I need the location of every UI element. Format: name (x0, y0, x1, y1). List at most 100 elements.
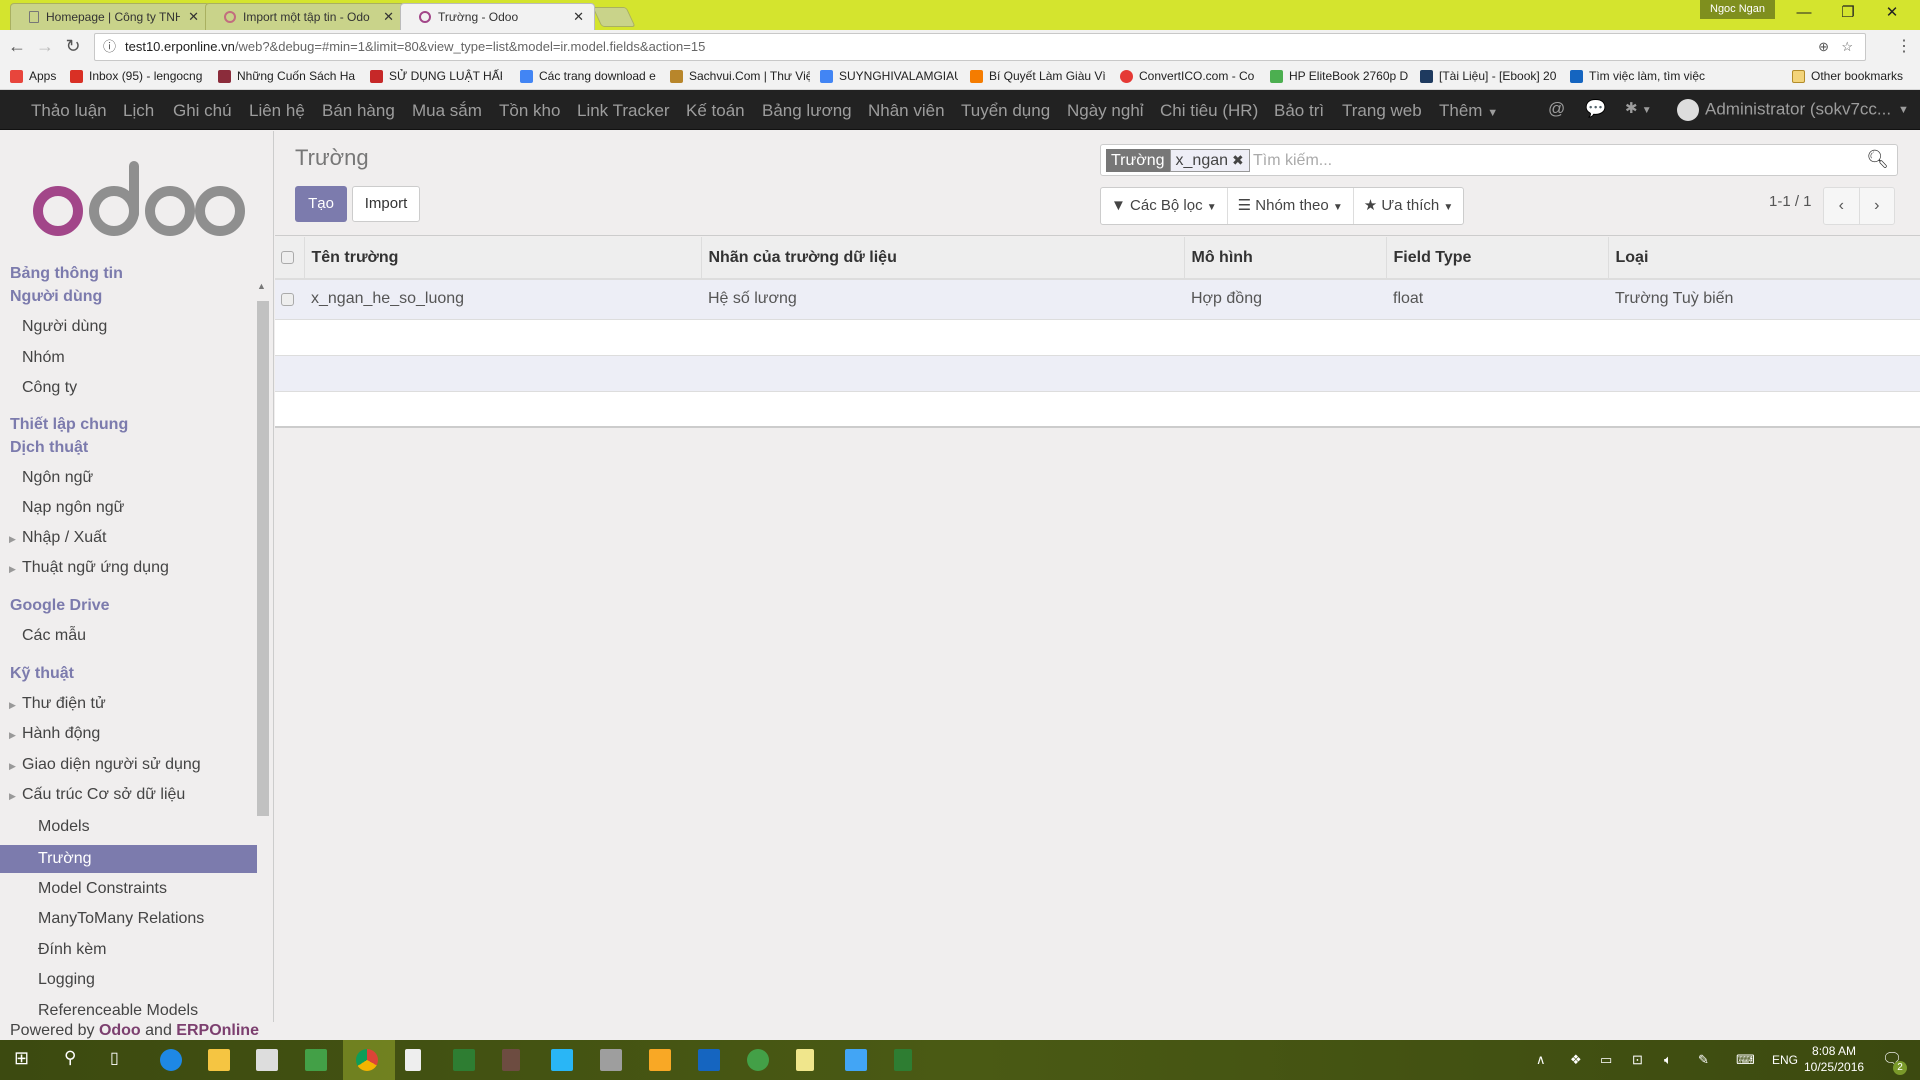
erponline-link[interactable]: ERPOnline (176, 1022, 259, 1039)
select-all-checkbox[interactable] (281, 250, 294, 264)
menu-lien-he[interactable]: Liên hệ (249, 101, 305, 121)
task-view-icon[interactable]: ▯ (110, 1048, 119, 1068)
sidebar-item-fields[interactable]: Trường (0, 845, 257, 873)
idea-icon[interactable] (649, 1049, 671, 1071)
bookmark-item[interactable]: ConvertICO.com - Co (1120, 69, 1255, 83)
sidebar-item-models[interactable]: Models (38, 818, 90, 836)
menu-trang-web[interactable]: Trang web (1342, 101, 1422, 121)
menu-nhan-vien[interactable]: Nhân viên (868, 101, 945, 121)
sidebar-item-app-terms[interactable]: Thuật ngữ ứng dụng (22, 559, 169, 577)
close-icon[interactable]: ✕ (573, 9, 584, 25)
bookmark-item[interactable]: Tìm việc làm, tìm việc (1570, 69, 1705, 83)
sidebar-item-many2many-relations[interactable]: ManyToMany Relations (38, 910, 204, 928)
edge-icon[interactable] (160, 1049, 182, 1071)
user-menu[interactable]: Administrator (sokv7cc... (1677, 99, 1891, 121)
search-icon[interactable]: 🔍︎ (1866, 149, 1889, 170)
chat-icon[interactable]: 💬 (1585, 99, 1606, 119)
keyboard-icon[interactable]: ⌨ (1736, 1052, 1755, 1068)
sidebar-item-languages[interactable]: Ngôn ngữ (22, 469, 93, 487)
app-icon[interactable] (305, 1049, 327, 1071)
bookmark-item[interactable]: SỬ DỤNG LUẬT HẤP (370, 69, 502, 83)
sidebar-item-actions[interactable]: Hành động (22, 725, 100, 743)
sidebar-item-logging[interactable]: Logging (38, 971, 95, 989)
spreadsheet-icon[interactable] (894, 1049, 912, 1071)
other-bookmarks[interactable]: Other bookmarks (1792, 69, 1903, 83)
menu-chi-tieu[interactable]: Chi tiêu (HR) (1160, 101, 1258, 121)
sticky-notes-icon[interactable] (796, 1049, 814, 1071)
bookmark-item[interactable]: Bí Quyết Làm Giàu Vì (970, 69, 1105, 83)
menu-lich[interactable]: Lịch (123, 101, 154, 121)
word-icon[interactable] (698, 1049, 720, 1071)
caret-down-icon[interactable]: ▼ (1898, 104, 1909, 116)
battery-icon[interactable]: ▭ (1600, 1052, 1612, 1068)
zoom-icon[interactable]: ⊕ (1818, 34, 1829, 60)
sidebar-section-dashboard[interactable]: Bảng thông tin (10, 265, 123, 283)
sidebar-item-database-structure[interactable]: Cấu trúc Cơ sở dữ liệu (22, 786, 185, 804)
column-model[interactable]: Mô hình (1183, 237, 1386, 280)
bookmark-apps[interactable]: Apps (10, 69, 56, 83)
menu-thao-luan[interactable]: Thảo luận (31, 101, 107, 121)
menu-ngay-nghi[interactable]: Ngày nghỉ (1067, 101, 1144, 121)
sidebar-item-templates[interactable]: Các mẫu (22, 627, 86, 645)
bookmark-item[interactable]: SUYNGHIVALAMGIAU (820, 69, 958, 83)
file-explorer-icon[interactable] (208, 1049, 230, 1071)
column-type[interactable]: Loại (1607, 237, 1920, 280)
scrollbar-thumb[interactable] (257, 301, 269, 816)
groupby-dropdown[interactable]: ☰ Nhóm theo ▼ (1228, 188, 1354, 224)
sidebar-item-user-interface[interactable]: Giao diện người sử dụng (22, 756, 201, 774)
minimize-icon[interactable]: — (1784, 2, 1824, 24)
menu-ke-toan[interactable]: Kế toán (686, 101, 745, 121)
column-field-label[interactable]: Nhãn của trường dữ liệu (700, 237, 1184, 280)
show-hidden-icons[interactable]: ∧ (1536, 1052, 1546, 1068)
forward-icon[interactable]: → (34, 36, 56, 57)
pager-next-icon[interactable]: › (1858, 188, 1895, 224)
info-icon[interactable]: ⓘ (103, 34, 116, 60)
menu-link-tracker[interactable]: Link Tracker (577, 101, 670, 121)
bookmark-item[interactable]: Các trang download e (520, 69, 658, 83)
sidebar-item-import-export[interactable]: Nhập / Xuất (22, 529, 107, 547)
kindle-icon[interactable] (551, 1049, 573, 1071)
profile-badge[interactable]: Ngoc Ngan (1700, 0, 1776, 19)
sidebar-section-general-settings[interactable]: Thiết lập chung (10, 416, 128, 434)
address-bar[interactable]: ⓘ test10.erponline.vn/web?&debug=#min=1&… (94, 33, 1866, 61)
dropbox-icon[interactable]: ❖ (1570, 1052, 1582, 1068)
search-icon[interactable]: ⚲ (64, 1048, 76, 1068)
column-field-type[interactable]: Field Type (1385, 237, 1608, 280)
import-button[interactable]: Import (352, 186, 420, 222)
close-icon[interactable]: ✕ (383, 9, 394, 25)
document-icon[interactable] (405, 1049, 421, 1071)
clock[interactable]: 8:08 AM 10/25/2016 (1804, 1043, 1864, 1075)
at-mention-icon[interactable]: @ (1548, 99, 1565, 119)
sidebar-item-users[interactable]: Người dùng (22, 318, 107, 336)
bookmark-item[interactable]: [Tài Liệu] - [Ebook] 20 (1420, 69, 1558, 83)
restore-icon[interactable]: ❐ (1828, 2, 1868, 24)
reload-icon[interactable]: ↻ (62, 36, 84, 57)
sidebar-item-referenceable-models[interactable]: Referenceable Models (38, 1002, 198, 1020)
new-tab-button[interactable] (592, 7, 636, 27)
browser-tab-import[interactable]: Import một tập tin - Odo ✕ (205, 3, 405, 30)
menu-ban-hang[interactable]: Bán hàng (322, 101, 395, 121)
debug-bug-icon[interactable]: ✱ ▼ (1625, 99, 1652, 117)
browser-tab-truong[interactable]: Trường - Odoo ✕ (400, 3, 595, 30)
search-input[interactable] (1253, 149, 1853, 172)
store-icon[interactable] (256, 1049, 278, 1071)
bookmark-item[interactable]: Sachvui.Com | Thư Việ (670, 69, 810, 83)
sidebar-item-companies[interactable]: Công ty (22, 379, 77, 397)
chrome-icon[interactable] (356, 1049, 378, 1071)
bookmark-star-icon[interactable]: ☆ (1841, 34, 1853, 60)
menu-ghi-chu[interactable]: Ghi chú (173, 101, 232, 121)
menu-bang-luong[interactable]: Bảng lương (762, 101, 852, 121)
menu-bao-tri[interactable]: Bảo trì (1274, 101, 1324, 121)
menu-tuyen-dung[interactable]: Tuyển dụng (961, 101, 1050, 121)
language-indicator[interactable]: ENG (1772, 1053, 1798, 1067)
sidebar-scrollbar[interactable]: ▲ ▼ (255, 281, 269, 1041)
table-row[interactable]: x_ngan_he_so_luong Hệ số lương Hợp đồng … (275, 279, 1920, 320)
excel-icon[interactable] (453, 1049, 475, 1071)
windows-start-icon[interactable]: ⊞ (14, 1048, 29, 1069)
menu-them[interactable]: Thêm ▼ (1439, 101, 1498, 121)
sidebar-item-load-language[interactable]: Nạp ngôn ngữ (22, 499, 124, 517)
volume-icon[interactable]: 🔈︎ (1664, 1052, 1672, 1068)
bookmark-item[interactable]: Inbox (95) - lengocng (70, 69, 210, 83)
close-icon[interactable]: ✕ (188, 9, 199, 25)
search-facet[interactable]: Trường x_ngan ✖ (1106, 149, 1250, 172)
